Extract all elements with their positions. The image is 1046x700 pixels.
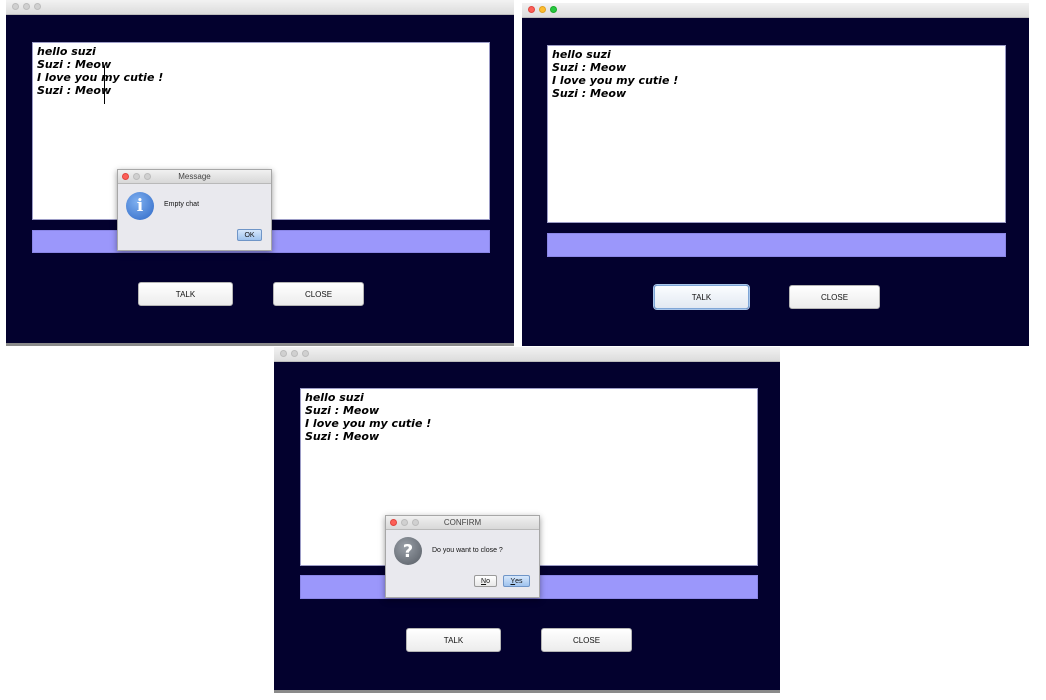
chat-line: I love you my cutie !: [305, 417, 432, 430]
zoom-window-icon[interactable]: [550, 6, 557, 13]
window-titlebar[interactable]: [6, 0, 514, 15]
window-controls: [280, 350, 309, 357]
dialog-window-controls: [122, 173, 151, 180]
text-cursor: [104, 66, 105, 104]
close-window-icon[interactable]: [280, 350, 287, 357]
dialog-message: Empty chat: [164, 201, 200, 208]
chat-line: I love you my cutie !: [552, 74, 679, 87]
yes-button[interactable]: Yes: [503, 575, 530, 587]
close-window-icon[interactable]: [528, 6, 535, 13]
question-icon: ?: [394, 537, 422, 565]
no-button[interactable]: No: [474, 575, 497, 587]
talk-button[interactable]: TALK: [654, 285, 749, 309]
dialog-window-controls: [390, 519, 419, 526]
close-button[interactable]: CLOSE: [273, 282, 364, 306]
close-dialog-icon[interactable]: [390, 519, 397, 526]
window-titlebar[interactable]: [522, 3, 1029, 18]
close-button[interactable]: CLOSE: [541, 628, 632, 652]
minimize-dialog-icon: [401, 519, 408, 526]
info-icon: i: [126, 192, 154, 220]
minimize-window-icon[interactable]: [291, 350, 298, 357]
chat-line: Suzi : Meow: [305, 404, 380, 417]
zoom-window-icon[interactable]: [302, 350, 309, 357]
message-input[interactable]: [547, 233, 1006, 257]
no-label-rest: o: [486, 577, 490, 585]
chat-window-2: hello suzi Suzi : Meow I love you my cut…: [522, 3, 1029, 346]
yes-label-rest: es: [515, 577, 523, 585]
confirm-dialog: CONFIRM ? Do you want to close ? No Yes: [385, 515, 540, 598]
message-dialog: Message i Empty chat OK: [117, 169, 272, 251]
chat-line: hello suzi: [552, 48, 611, 61]
chat-line: hello suzi: [37, 45, 96, 58]
close-dialog-icon[interactable]: [122, 173, 129, 180]
talk-button[interactable]: TALK: [138, 282, 233, 306]
minimize-window-icon[interactable]: [539, 6, 546, 13]
window-controls: [528, 6, 557, 13]
window-bottom-edge: [6, 343, 514, 346]
close-button[interactable]: CLOSE: [789, 285, 880, 309]
chat-line: Suzi : Meow: [305, 430, 380, 443]
window-controls: [12, 3, 41, 10]
ok-button[interactable]: OK: [237, 229, 262, 241]
zoom-window-icon[interactable]: [34, 3, 41, 10]
chat-window-1: hello suzi Suzi : Meow I love you my cut…: [6, 0, 514, 346]
zoom-dialog-icon: [144, 173, 151, 180]
chat-window-3: hello suzi Suzi : Meow I love you my cut…: [274, 347, 780, 693]
window-bottom-edge: [274, 690, 780, 693]
chat-line: Suzi : Meow: [552, 61, 627, 74]
minimize-window-icon[interactable]: [23, 3, 30, 10]
chat-line: Suzi : Meow: [552, 87, 627, 100]
dialog-message: Do you want to close ?: [432, 547, 503, 554]
talk-button[interactable]: TALK: [406, 628, 501, 652]
close-window-icon[interactable]: [12, 3, 19, 10]
chat-area[interactable]: hello suzi Suzi : Meow I love you my cut…: [547, 45, 1006, 223]
zoom-dialog-icon: [412, 519, 419, 526]
window-titlebar[interactable]: [274, 347, 780, 362]
chat-line: hello suzi: [305, 391, 364, 404]
minimize-dialog-icon: [133, 173, 140, 180]
